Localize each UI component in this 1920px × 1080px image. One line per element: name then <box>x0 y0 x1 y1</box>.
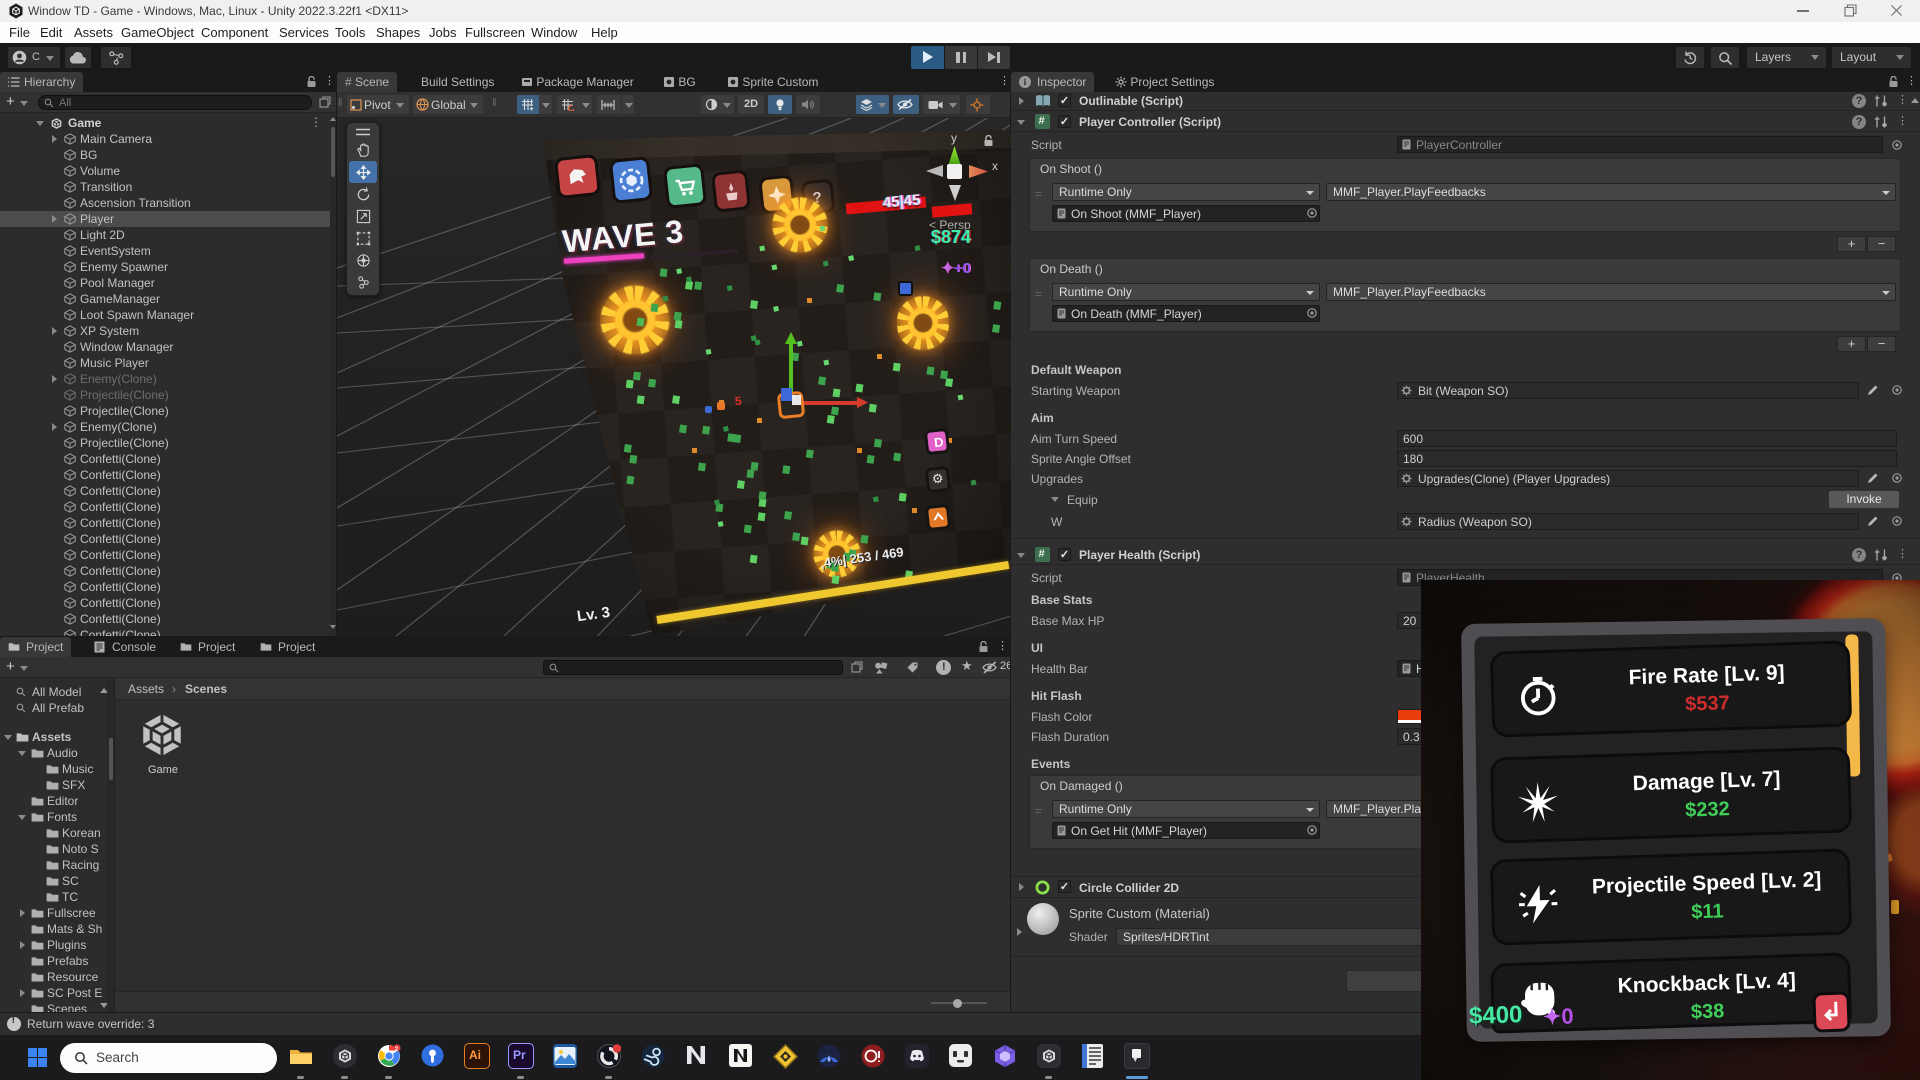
svg-text:2: 2 <box>395 1046 399 1053</box>
